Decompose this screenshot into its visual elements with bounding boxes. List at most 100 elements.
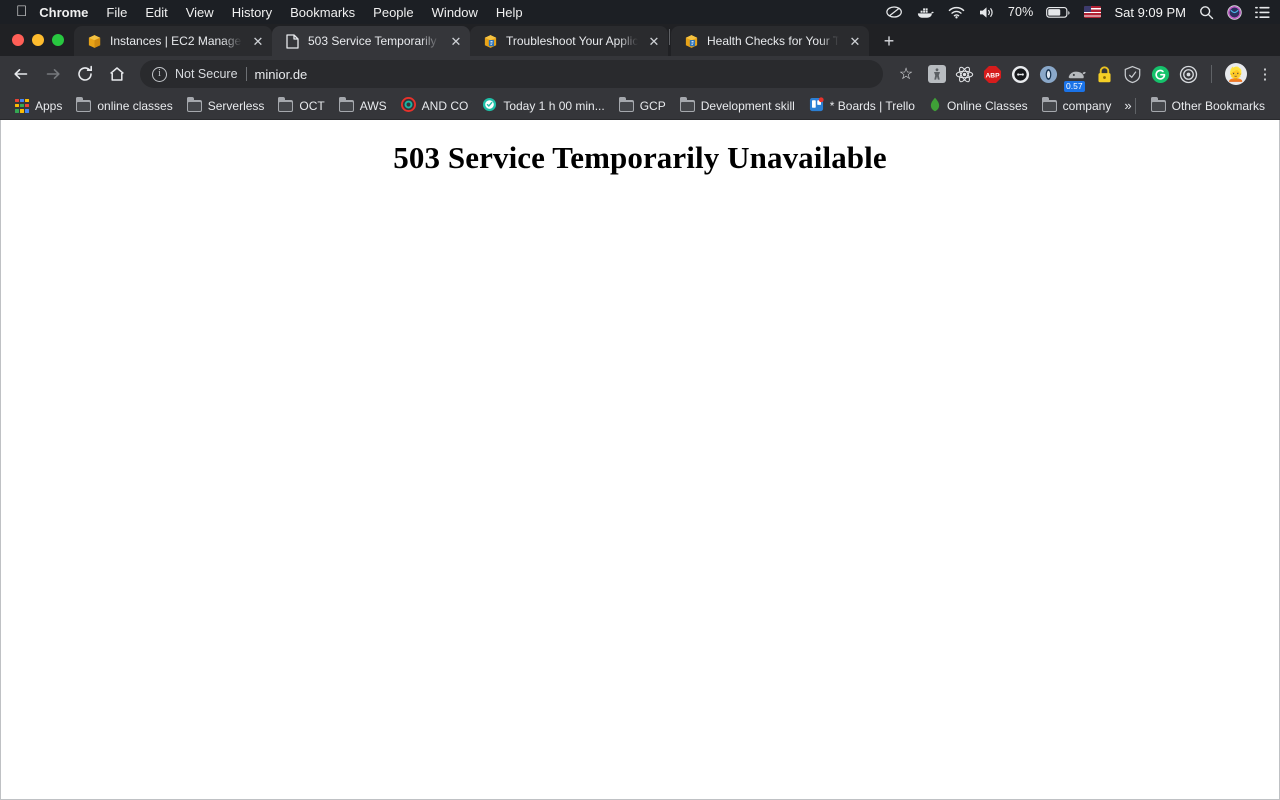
menu-item-chrome[interactable]: Chrome (39, 5, 88, 20)
chrome-window: Instances | EC2 Management C ✕ 503 Servi… (0, 24, 1280, 800)
extensions-strip: ABP 0.57 (923, 63, 1274, 85)
padlock-extension-icon[interactable] (1095, 65, 1114, 84)
react-devtools-icon[interactable] (955, 65, 974, 84)
blue-drop-extension-icon[interactable] (1039, 65, 1058, 84)
target-extension-icon[interactable] (1179, 65, 1198, 84)
folder-icon (1042, 100, 1057, 112)
bookmark-today-timer[interactable]: Today 1 h 00 min... (475, 94, 611, 118)
siri-icon[interactable] (1227, 5, 1242, 20)
zoom-window-button[interactable] (52, 34, 64, 46)
macos-status-items: 70% Sat 9:09 PM (886, 0, 1270, 24)
wifi-icon[interactable] (948, 6, 965, 19)
kebab-menu-icon[interactable]: ⋮ (1256, 67, 1274, 82)
menu-item-view[interactable]: View (186, 5, 214, 20)
profile-avatar[interactable]: 👱 (1225, 63, 1247, 85)
bookmark-label: GCP (640, 99, 666, 113)
folder-icon (680, 100, 695, 112)
folder-icon (76, 100, 91, 112)
bookmark-development-skill-folder[interactable]: Development skill (673, 96, 802, 116)
tab-close-button[interactable]: ✕ (847, 33, 863, 49)
shield-extension-icon[interactable] (1123, 65, 1142, 84)
bookmark-gcp-folder[interactable]: GCP (612, 96, 673, 116)
tab-title: Instances | EC2 Management C (110, 34, 242, 48)
tab-title: Health Checks for Your Target (707, 34, 839, 48)
page-content: 503 Service Temporarily Unavailable (0, 120, 1280, 800)
menu-item-help[interactable]: Help (496, 5, 523, 20)
tab-close-button[interactable]: ✕ (646, 33, 662, 49)
folder-icon (339, 100, 354, 112)
bookmark-company-folder[interactable]: company (1035, 96, 1119, 116)
bookmark-oct-folder[interactable]: OCT (271, 96, 331, 116)
trello-icon (809, 97, 824, 115)
folder-icon (619, 100, 634, 112)
bookmark-apps[interactable]: Apps (8, 96, 69, 116)
svg-text:ABP: ABP (985, 72, 1000, 79)
apple-logo-icon[interactable]:  (16, 4, 27, 19)
battery-percent-label: 70% (1008, 5, 1034, 19)
menu-item-window[interactable]: Window (432, 5, 478, 20)
bookmark-label: Apps (35, 99, 62, 113)
omnibox-divider (246, 67, 247, 81)
timer-check-icon (482, 97, 497, 115)
reload-icon[interactable] (70, 59, 100, 89)
tab-instances-ec2[interactable]: Instances | EC2 Management C ✕ (74, 26, 272, 56)
spotlight-search-icon[interactable] (1199, 5, 1214, 20)
tab-close-button[interactable]: ✕ (448, 33, 464, 49)
bookmark-other-bookmarks[interactable]: Other Bookmarks (1144, 96, 1272, 116)
tab-strip: Instances | EC2 Management C ✕ 503 Servi… (0, 24, 1280, 56)
tab-503-service-unavailable[interactable]: 503 Service Temporarily Unava ✕ (272, 26, 470, 56)
folder-icon (278, 100, 293, 112)
bookmark-and-co[interactable]: AND CO (394, 94, 476, 118)
bookmark-online-classes-folder[interactable]: online classes (69, 96, 179, 116)
bookmark-label: Today 1 h 00 min... (503, 99, 604, 113)
bookmark-serverless-folder[interactable]: Serverless (180, 96, 272, 116)
adblock-plus-icon[interactable]: ABP (983, 65, 1002, 84)
macos-menu-bar:  Chrome File Edit View History Bookmark… (0, 0, 1280, 24)
new-tab-button[interactable]: + (875, 27, 903, 55)
menu-item-history[interactable]: History (232, 5, 272, 20)
bookmark-label: Online Classes (947, 99, 1028, 113)
gray-square-extension-icon[interactable] (927, 65, 946, 84)
us-flag-icon[interactable] (1084, 6, 1101, 18)
tab-separator (669, 29, 670, 45)
bookmark-star-icon[interactable]: ☆ (891, 59, 921, 89)
tab-troubleshoot-application[interactable]: Troubleshoot Your Application ✕ (470, 26, 668, 56)
address-bar[interactable]: i Not Secure minior.de (140, 60, 883, 88)
creative-cloud-icon[interactable] (886, 5, 904, 19)
docker-whale-icon[interactable] (917, 6, 935, 19)
aws-ec2-cube-icon (86, 33, 102, 49)
home-icon[interactable] (102, 59, 132, 89)
mouse-speed-extension-icon[interactable]: 0.57 (1067, 65, 1086, 84)
battery-icon[interactable] (1046, 6, 1071, 19)
bookmark-trello-boards[interactable]: * Boards | Trello (802, 94, 922, 118)
menubar-clock[interactable]: Sat 9:09 PM (1114, 5, 1186, 20)
tab-health-checks-target[interactable]: Health Checks for Your Target ✕ (671, 26, 869, 56)
macos-menu-items: Chrome File Edit View History Bookmarks … (39, 5, 522, 20)
tab-title: Troubleshoot Your Application (506, 34, 638, 48)
extension-badge: 0.57 (1064, 81, 1085, 92)
bookmark-online-classes-mongo[interactable]: Online Classes (922, 94, 1035, 118)
volume-icon[interactable] (978, 6, 995, 19)
forward-arrow-icon[interactable] (38, 59, 68, 89)
back-arrow-icon[interactable] (6, 59, 36, 89)
dark-circle-extension-icon[interactable] (1011, 65, 1030, 84)
bookmarks-divider (1135, 98, 1136, 114)
close-window-button[interactable] (12, 34, 24, 46)
page-title: 503 Service Temporarily Unavailable (1, 140, 1279, 176)
control-center-icon[interactable] (1255, 6, 1270, 19)
bookmark-aws-folder[interactable]: AWS (332, 96, 394, 116)
and-co-icon (401, 97, 416, 115)
menu-item-bookmarks[interactable]: Bookmarks (290, 5, 355, 20)
bookmark-label: Development skill (701, 99, 795, 113)
window-traffic-lights (8, 24, 74, 56)
bookmark-label: Serverless (208, 99, 265, 113)
menu-item-file[interactable]: File (106, 5, 127, 20)
minimize-window-button[interactable] (32, 34, 44, 46)
tab-close-button[interactable]: ✕ (250, 33, 266, 49)
menu-item-people[interactable]: People (373, 5, 413, 20)
grammarly-icon[interactable] (1151, 65, 1170, 84)
bookmark-label: online classes (97, 99, 172, 113)
menu-item-edit[interactable]: Edit (145, 5, 167, 20)
info-circle-icon[interactable]: i (152, 67, 167, 82)
url-input[interactable]: minior.de (255, 67, 308, 82)
